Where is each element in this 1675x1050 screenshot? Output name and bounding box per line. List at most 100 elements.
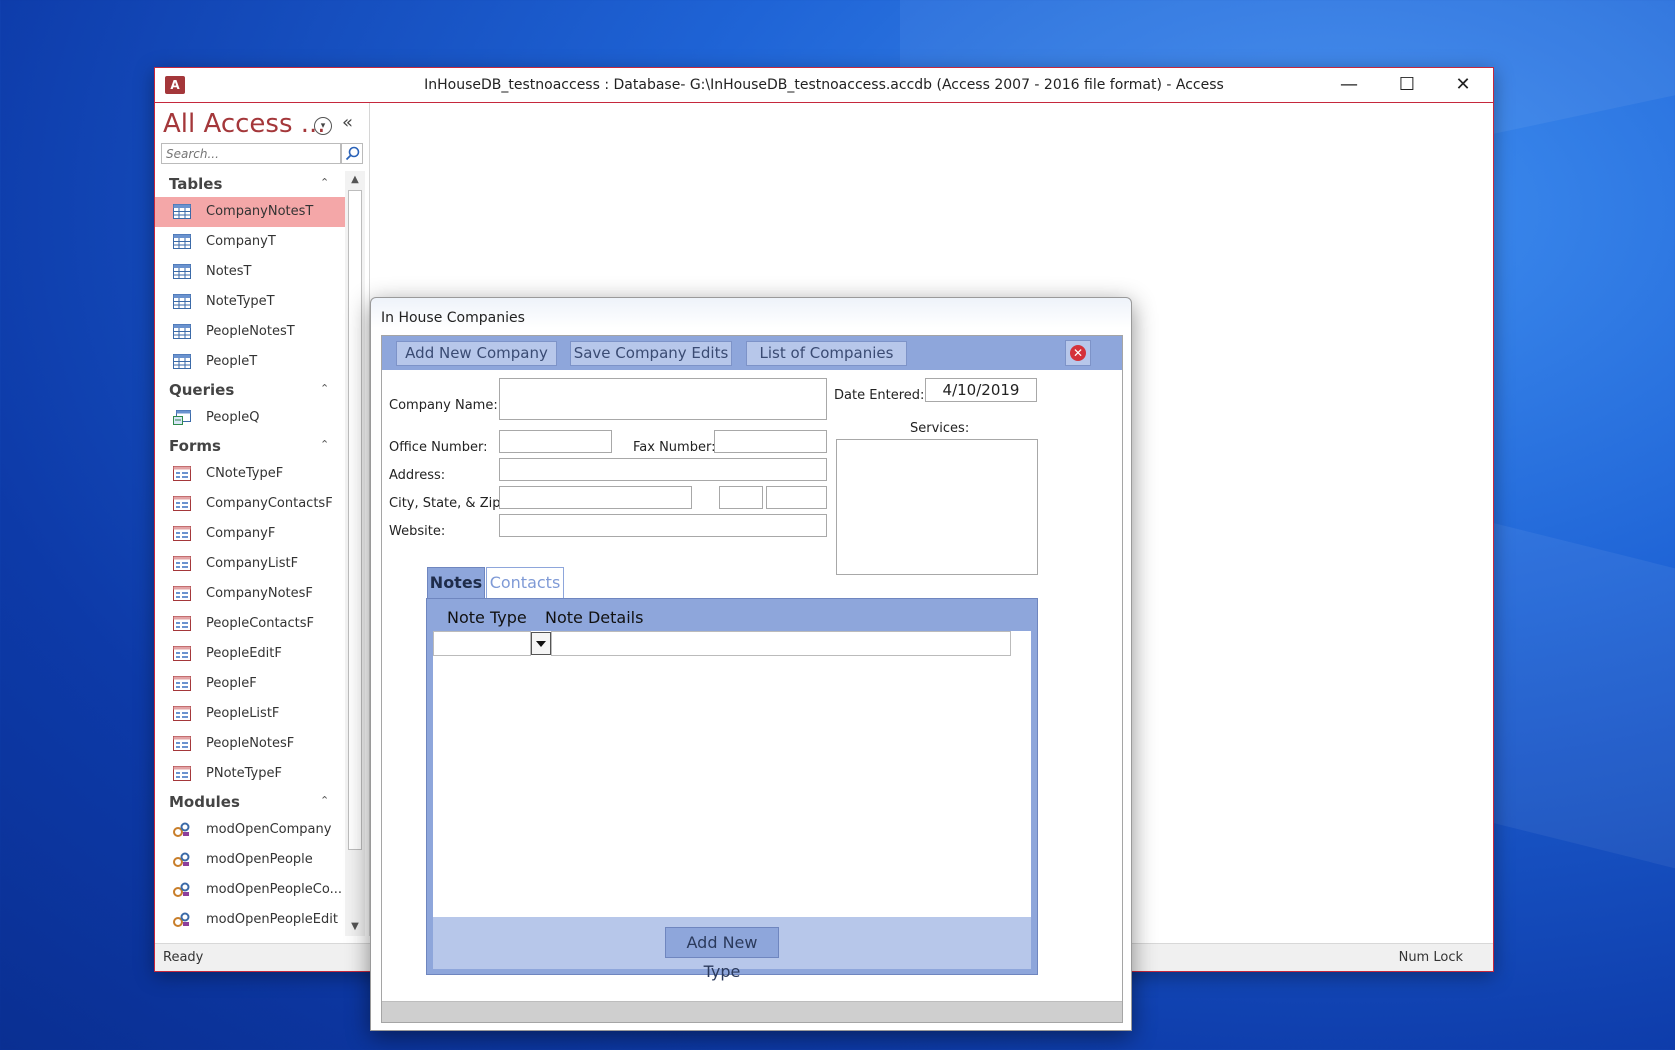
date-entered-field[interactable]: 4/10/2019 <box>925 378 1037 402</box>
form-icon <box>173 616 191 631</box>
form-icon <box>173 736 191 751</box>
nav-item[interactable]: modOpenPeopleEdit <box>155 905 345 935</box>
company-name-label: Company Name: <box>389 398 498 413</box>
company-form-window: In House Companies Add New Company Save … <box>370 297 1132 1031</box>
nav-item-label: modOpenPeopleEdit <box>206 912 338 927</box>
collapse-group-icon[interactable]: ⌃ <box>320 794 329 807</box>
nav-item-label: PeopleF <box>206 676 257 691</box>
nav-item[interactable]: PeopleEditF <box>155 639 345 669</box>
tab-contacts[interactable]: Contacts <box>486 567 564 599</box>
nav-group-label: Tables <box>169 175 223 193</box>
nav-item[interactable]: PNoteTypeF <box>155 759 345 789</box>
nav-item[interactable]: CompanyT <box>155 227 345 257</box>
nav-object-list: Tables ⌃ CompanyNotesT CompanyT NotesT NoteTy… <box>155 171 345 936</box>
nav-group-modules[interactable]: Modules ⌃ <box>155 789 345 815</box>
collapse-group-icon[interactable]: ⌃ <box>320 382 329 395</box>
module-icon <box>173 912 191 927</box>
tab-notes[interactable]: Notes <box>427 567 485 599</box>
maximize-button[interactable]: ☐ <box>1379 68 1435 102</box>
close-circle-icon: ✕ <box>1070 345 1086 361</box>
nav-item[interactable]: PeopleContactsF <box>155 609 345 639</box>
nav-item[interactable]: CompanyF <box>155 519 345 549</box>
nav-item-label: PeopleT <box>206 354 258 369</box>
nav-item[interactable]: PeopleNotesF <box>155 729 345 759</box>
nav-item-label: PeopleQ <box>206 410 260 425</box>
nav-item[interactable]: CompanyContactsF <box>155 489 345 519</box>
scroll-up-arrow-icon[interactable]: ▲ <box>345 171 365 189</box>
zip-field[interactable] <box>766 486 827 509</box>
address-label: Address: <box>389 468 446 483</box>
nav-scrollbar[interactable]: ▲ ▼ <box>345 171 365 936</box>
add-new-company-button[interactable]: Add New Company <box>396 341 557 366</box>
form-icon <box>173 496 191 511</box>
nav-group-label: Modules <box>169 793 240 811</box>
state-field[interactable] <box>719 486 763 509</box>
nav-item-label: CompanyContactsF <box>206 496 333 511</box>
table-icon <box>173 294 191 309</box>
status-text: Ready <box>163 950 204 965</box>
close-window-button[interactable]: ✕ <box>1435 68 1491 102</box>
nav-item[interactable]: PeopleT <box>155 347 345 377</box>
nav-item[interactable]: CompanyListF <box>155 549 345 579</box>
save-company-edits-button[interactable]: Save Company Edits <box>570 341 732 366</box>
nav-item-label: CompanyNotesT <box>206 204 314 219</box>
table-icon <box>173 354 191 369</box>
note-type-combo[interactable] <box>433 631 531 656</box>
nav-group-label: Queries <box>169 381 235 399</box>
nav-group-tables[interactable]: Tables ⌃ <box>155 171 345 197</box>
nav-item[interactable]: modOpenPeopleCo... <box>155 875 345 905</box>
table-icon <box>173 324 191 339</box>
nav-item[interactable]: PeopleQ <box>155 403 345 433</box>
nav-item[interactable]: CompanyNotesF <box>155 579 345 609</box>
nav-group-queries[interactable]: Queries ⌃ <box>155 377 345 403</box>
add-new-type-button[interactable]: Add New Type <box>665 927 779 981</box>
nav-search-input[interactable] <box>161 143 341 164</box>
note-details-column-header: Note Details <box>545 608 644 627</box>
services-listbox[interactable] <box>836 439 1038 575</box>
nav-item-label: CNoteTypeF <box>206 466 284 481</box>
collapse-group-icon[interactable]: ⌃ <box>320 438 329 451</box>
form-icon <box>173 766 191 781</box>
address-field[interactable] <box>499 458 827 481</box>
nav-item[interactable]: PeopleNotesT <box>155 317 345 347</box>
close-form-button[interactable]: ✕ <box>1065 340 1091 366</box>
list-of-companies-button[interactable]: List of Companies <box>746 341 907 366</box>
table-icon <box>173 264 191 279</box>
nav-item[interactable]: modOpenCompany <box>155 815 345 845</box>
nav-item[interactable]: CompanyNotesT <box>155 197 345 227</box>
nav-item[interactable]: NoteTypeT <box>155 287 345 317</box>
form-title[interactable]: In House Companies <box>381 310 525 326</box>
nav-item[interactable]: CNoteTypeF <box>155 459 345 489</box>
collapse-group-icon[interactable]: ⌃ <box>320 176 329 189</box>
nav-item[interactable]: NotesT <box>155 257 345 287</box>
title-bar[interactable]: A InHouseDB_testnoaccess : Database- G:\… <box>155 68 1493 103</box>
note-details-field[interactable] <box>551 631 1011 656</box>
nav-item[interactable]: PeopleF <box>155 669 345 699</box>
nav-item-label: NoteTypeT <box>206 294 275 309</box>
company-name-field[interactable] <box>499 378 827 420</box>
scroll-thumb[interactable] <box>348 190 362 850</box>
nav-item-label: PNoteTypeF <box>206 766 282 781</box>
chevron-down-icon[interactable] <box>531 632 551 655</box>
nav-group-forms[interactable]: Forms ⌃ <box>155 433 345 459</box>
nav-item[interactable]: Module1 <box>155 935 345 936</box>
nav-item-label: PeopleNotesT <box>206 324 295 339</box>
fax-number-label: Fax Number: <box>633 440 716 455</box>
note-type-column-header: Note Type <box>447 608 527 627</box>
minimize-button[interactable]: — <box>1321 68 1377 102</box>
nav-item[interactable]: PeopleListF <box>155 699 345 729</box>
city-field[interactable] <box>499 486 692 509</box>
nav-menu-dropdown-icon[interactable]: ▾ <box>314 117 332 135</box>
search-icon[interactable] <box>341 143 363 164</box>
nav-item-label: CompanyNotesF <box>206 586 313 601</box>
fax-number-field[interactable] <box>714 430 827 453</box>
office-number-field[interactable] <box>499 430 612 453</box>
nav-item-label: CompanyT <box>206 234 276 249</box>
shutter-bar-collapse-icon[interactable]: « <box>342 112 353 133</box>
nav-pane-header[interactable]: All Access ... <box>163 109 326 139</box>
nav-item[interactable]: modOpenPeople <box>155 845 345 875</box>
scroll-down-arrow-icon[interactable]: ▼ <box>345 918 365 936</box>
website-field[interactable] <box>499 514 827 537</box>
services-label: Services: <box>910 421 970 436</box>
nav-group-label: Forms <box>169 437 221 455</box>
